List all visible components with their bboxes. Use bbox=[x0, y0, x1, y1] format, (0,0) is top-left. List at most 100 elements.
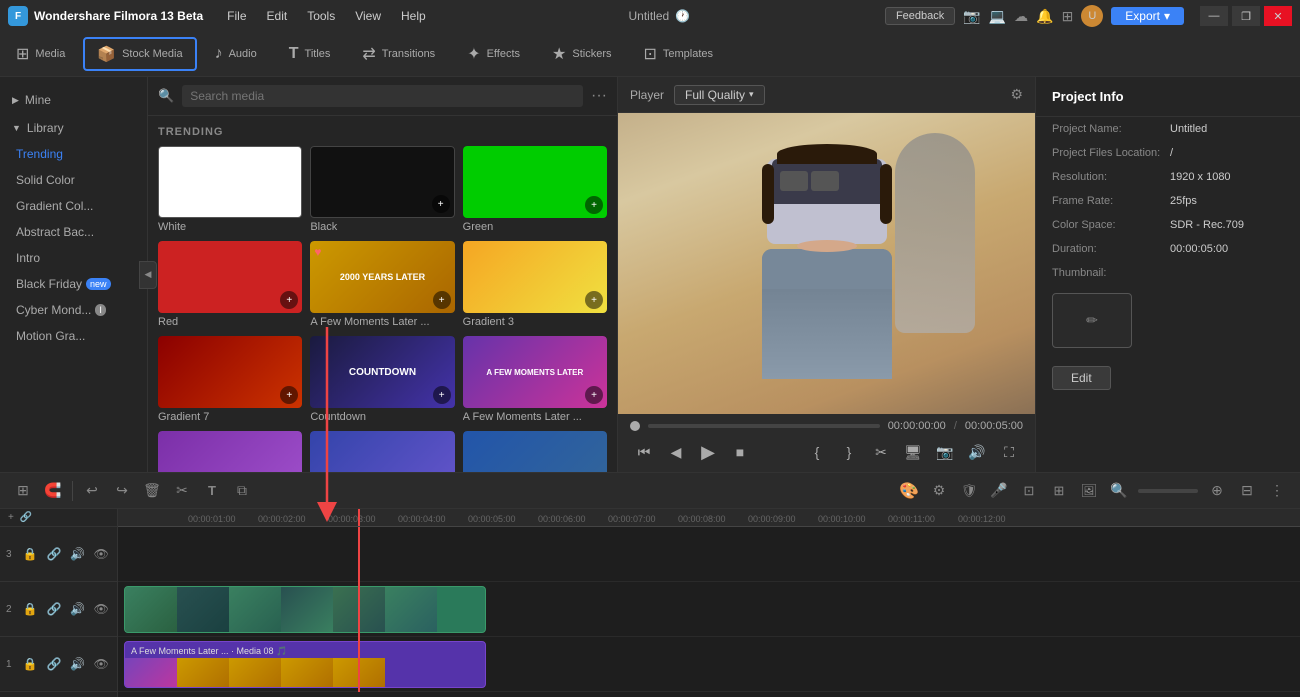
tab-media[interactable]: ⊞ Media bbox=[0, 32, 81, 76]
info-row-thumbnail: Thumbnail: ✏ Edit bbox=[1036, 261, 1300, 396]
tl-layout[interactable]: ⊟ bbox=[1234, 478, 1260, 504]
edit-thumbnail-button[interactable]: Edit bbox=[1052, 366, 1111, 390]
sidebar-mine-section[interactable]: ▶ Mine bbox=[0, 85, 147, 115]
thumbnail-preview[interactable]: ✏ bbox=[1052, 293, 1132, 348]
volume-button[interactable]: 🔊 bbox=[963, 438, 991, 466]
search-input[interactable] bbox=[182, 85, 583, 107]
tl-delete[interactable]: 🗑 bbox=[139, 478, 165, 504]
media-item-red[interactable]: + Red bbox=[158, 241, 302, 328]
track-2-eye[interactable]: 👁 bbox=[91, 596, 111, 622]
quality-selector[interactable]: Full Quality ▾ bbox=[674, 85, 765, 105]
tl-subtitle-icon[interactable]: ⊡ bbox=[1016, 478, 1042, 504]
tl-media-icon[interactable]: 🖼 bbox=[1076, 478, 1102, 504]
tl-undo[interactable]: ↩ bbox=[79, 478, 105, 504]
track-2-volume[interactable]: 🔊 bbox=[68, 596, 88, 622]
tl-more[interactable]: ⋮ bbox=[1264, 478, 1290, 504]
menu-file[interactable]: File bbox=[219, 7, 254, 25]
snapshot-button[interactable]: 📷 bbox=[931, 438, 959, 466]
sidebar-item-abstract-bac[interactable]: Abstract Bac... bbox=[0, 219, 147, 245]
menu-view[interactable]: View bbox=[347, 7, 389, 25]
ruler-tick-3: 00:00:03:00 bbox=[328, 514, 376, 524]
video-clip-main[interactable] bbox=[124, 586, 486, 633]
tab-effects[interactable]: ✦ Effects bbox=[451, 32, 536, 76]
tl-effects-icon[interactable]: 🎨 bbox=[896, 478, 922, 504]
sidebar-library-section[interactable]: ▼ Library bbox=[0, 115, 147, 141]
tl-cut[interactable]: ✂ bbox=[169, 478, 195, 504]
sidebar-item-trending[interactable]: Trending bbox=[0, 141, 147, 167]
media-item-purple[interactable] bbox=[158, 431, 302, 472]
media-item-moments2[interactable]: A FEW MOMENTS LATER + A Few Moments Late… bbox=[463, 336, 607, 423]
track-1-eye[interactable]: 👁 bbox=[91, 651, 111, 677]
tab-titles[interactable]: T Titles bbox=[273, 32, 347, 76]
track-3-lock[interactable]: 🔒 bbox=[21, 541, 41, 567]
frame-back-button[interactable]: ◀ bbox=[662, 438, 690, 466]
tl-text[interactable]: T bbox=[199, 478, 225, 504]
ruler-tick-4: 00:00:04:00 bbox=[398, 514, 446, 524]
maximize-button[interactable]: ❐ bbox=[1232, 6, 1260, 26]
player-settings-icon[interactable]: ⚙ bbox=[1010, 86, 1023, 103]
tab-templates[interactable]: ⊡ Templates bbox=[628, 32, 730, 76]
skip-back-button[interactable]: ⏮ bbox=[630, 438, 658, 466]
tl-color-icon[interactable]: ⚙ bbox=[926, 478, 952, 504]
track-1-chain[interactable]: 🔗 bbox=[44, 651, 64, 677]
tl-mask-icon[interactable]: 🛡 bbox=[956, 478, 982, 504]
tab-transitions[interactable]: ⇄ Transitions bbox=[346, 32, 451, 76]
screen-cast-icon[interactable]: 🖥 bbox=[899, 438, 927, 466]
stop-button[interactable]: ■ bbox=[726, 438, 754, 466]
mark-in-button[interactable]: { bbox=[803, 438, 831, 466]
menu-edit[interactable]: Edit bbox=[259, 7, 296, 25]
tl-redo[interactable]: ↪ bbox=[109, 478, 135, 504]
tl-scene-detect[interactable]: ⊞ bbox=[1046, 478, 1072, 504]
sidebar-item-gradient-color[interactable]: Gradient Col... bbox=[0, 193, 147, 219]
tl-mic-icon[interactable]: 🎤 bbox=[986, 478, 1012, 504]
media-item-2000-years[interactable]: 2000 YEARS LATER ♥ + A Few Moments Later… bbox=[310, 241, 454, 328]
media-item-white[interactable]: White bbox=[158, 146, 302, 233]
track-3-volume[interactable]: 🔊 bbox=[68, 541, 88, 567]
tl-magnet-tool[interactable]: 🧲 bbox=[40, 478, 66, 504]
trim-button[interactable]: ✂ bbox=[867, 438, 895, 466]
export-button[interactable]: Export ▾ bbox=[1111, 7, 1184, 25]
more-options-button[interactable]: ··· bbox=[591, 87, 607, 105]
media-item-adventure[interactable] bbox=[463, 431, 607, 472]
minimize-button[interactable]: — bbox=[1200, 6, 1228, 26]
sidebar-item-motion-gra[interactable]: Motion Gra... bbox=[0, 323, 147, 349]
sidebar-item-cyber-monday[interactable]: Cyber Mond... I bbox=[0, 297, 147, 323]
fullscreen-button[interactable]: ⛶ bbox=[995, 438, 1023, 466]
track-2-chain[interactable]: 🔗 bbox=[44, 596, 64, 622]
timeline-scrubber[interactable] bbox=[648, 424, 880, 428]
media-item-black[interactable]: + Black bbox=[310, 146, 454, 233]
play-button[interactable]: ▶ bbox=[694, 438, 722, 466]
player-timeline-bar[interactable]: 00:00:00:00 / 00:00:05:00 bbox=[630, 420, 1023, 432]
time-current: 00:00:00:00 bbox=[888, 420, 946, 432]
media-item-gradient7[interactable]: + Gradient 7 bbox=[158, 336, 302, 423]
link-icon[interactable]: 🔗 bbox=[20, 512, 32, 523]
track-1-volume[interactable]: 🔊 bbox=[68, 651, 88, 677]
tab-audio[interactable]: ♪ Audio bbox=[199, 32, 273, 76]
track-1-lock[interactable]: 🔒 bbox=[21, 651, 41, 677]
tab-stickers[interactable]: ★ Stickers bbox=[536, 32, 627, 76]
tl-zoom-out[interactable]: 🔍 bbox=[1106, 478, 1132, 504]
tl-copy[interactable]: ⧉ bbox=[229, 478, 255, 504]
media-item-gradient3[interactable]: + Gradient 3 bbox=[463, 241, 607, 328]
close-button[interactable]: ✕ bbox=[1264, 6, 1292, 26]
menu-help[interactable]: Help bbox=[393, 7, 434, 25]
media-item-countdown[interactable]: COUNTDOWN + Countdown bbox=[310, 336, 454, 423]
zoom-slider[interactable] bbox=[1138, 489, 1198, 493]
sidebar-item-intro[interactable]: Intro bbox=[0, 245, 147, 271]
track-2-lock[interactable]: 🔒 bbox=[21, 596, 41, 622]
menu-tools[interactable]: Tools bbox=[299, 7, 343, 25]
media-item-arrow-clip[interactable] bbox=[310, 431, 454, 472]
track-3-eye[interactable]: 👁 bbox=[91, 541, 111, 567]
sidebar-collapse-button[interactable]: ◀ bbox=[139, 261, 157, 289]
sidebar-item-black-friday[interactable]: Black Friday new bbox=[0, 271, 147, 297]
tab-stock-media[interactable]: 📦 Stock Media bbox=[83, 37, 196, 71]
mark-out-button[interactable]: } bbox=[835, 438, 863, 466]
tl-zoom-in[interactable]: ⊕ bbox=[1204, 478, 1230, 504]
add-track-icon[interactable]: + bbox=[8, 512, 14, 523]
media-item-green[interactable]: + Green bbox=[463, 146, 607, 233]
track-3-chain[interactable]: 🔗 bbox=[44, 541, 64, 567]
sidebar-item-solid-color[interactable]: Solid Color bbox=[0, 167, 147, 193]
tl-smart-tool[interactable]: ⊞ bbox=[10, 478, 36, 504]
overlay-clip-main[interactable]: A Few Moments Later ... · Media 08 🎵 bbox=[124, 641, 486, 688]
feedback-button[interactable]: Feedback bbox=[885, 7, 955, 25]
